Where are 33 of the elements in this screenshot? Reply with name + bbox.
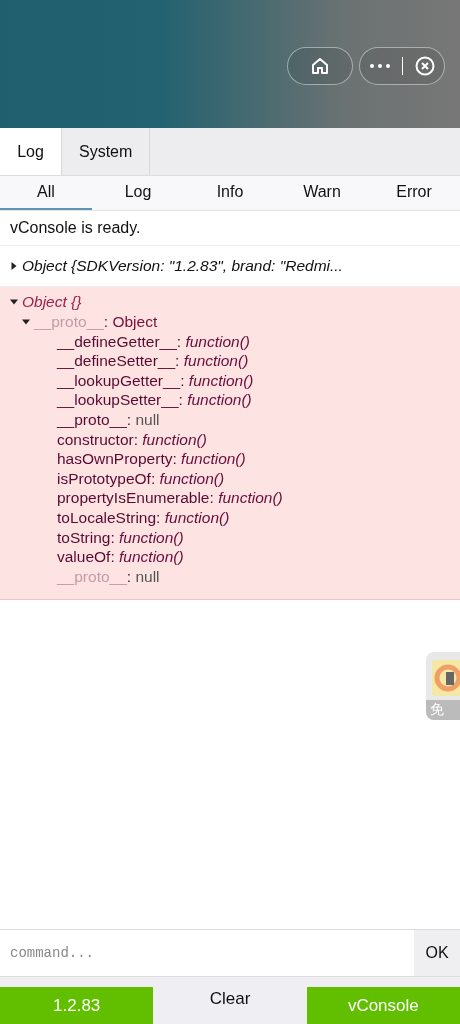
property-line: __proto__: null: [57, 567, 160, 586]
home-icon: [311, 57, 329, 75]
object-summary: Object {SDKVersion: "1.2.83", brand: "Redmi...: [22, 256, 343, 275]
close-icon[interactable]: [414, 56, 435, 76]
property-line: valueOf: function(): [57, 548, 184, 567]
more-icon[interactable]: [369, 64, 390, 68]
object-label: Object {}: [22, 293, 82, 312]
filter-tab[interactable]: Warn: [276, 176, 368, 210]
property-line: hasOwnProperty: function(): [57, 450, 246, 469]
filter-tab[interactable]: Log: [92, 176, 184, 210]
property-line: __defineGetter__: function(): [57, 332, 251, 351]
widget-label: 免: [426, 699, 460, 720]
tab[interactable]: Log: [0, 128, 62, 175]
home-button[interactable]: [287, 47, 353, 85]
log-message: vConsole is ready.: [10, 219, 141, 236]
property-line: toLocaleString: function(): [57, 508, 230, 527]
property-line: __lookupSetter__: function(): [57, 391, 252, 410]
filter-tab[interactable]: Info: [184, 176, 276, 210]
property-line: __proto__: null: [57, 410, 160, 429]
property-line: propertyIsEnumerable: function(): [57, 489, 283, 508]
property-line: __proto__: Object: [34, 313, 158, 331]
property-line: isPrototypeOf: function(): [57, 469, 225, 488]
property-line: constructor: function(): [57, 430, 207, 449]
property-line: __defineSetter__: function(): [57, 352, 249, 371]
caret-icon[interactable]: [10, 261, 18, 270]
filter-tab[interactable]: Error: [368, 176, 460, 210]
property-line: __lookupGetter__: function(): [57, 371, 254, 390]
clear-button[interactable]: Clear: [153, 987, 307, 1024]
ok-button[interactable]: OK: [414, 930, 460, 976]
app-icon: [432, 659, 460, 696]
property-line: toString: function(): [57, 528, 184, 547]
caret-icon[interactable]: [10, 298, 18, 307]
caret-icon[interactable]: [22, 318, 30, 326]
